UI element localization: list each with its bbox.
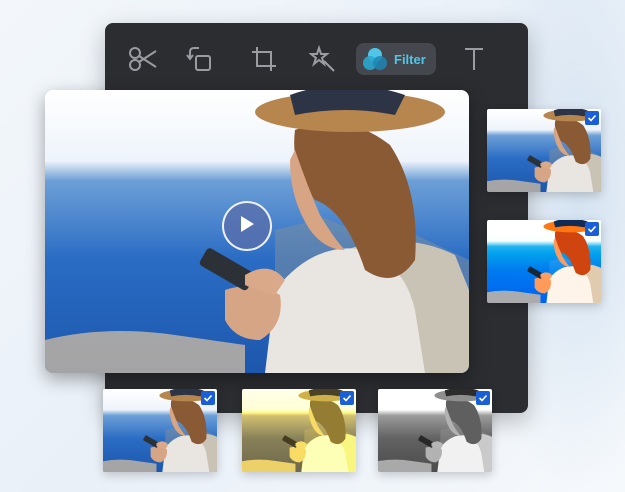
filter-thumbnail-vivid[interactable]	[487, 220, 601, 303]
filter-tool[interactable]: Filter	[356, 43, 436, 75]
crop-icon	[250, 45, 278, 73]
filter-tool-label: Filter	[394, 51, 426, 67]
thumbnail-image	[487, 220, 601, 303]
checkmark-icon[interactable]	[476, 391, 490, 405]
scissors-icon	[128, 45, 158, 73]
filter-thumbnail-grayscale[interactable]	[378, 389, 492, 472]
toolbar: Filter	[105, 23, 528, 93]
checkmark-icon[interactable]	[340, 391, 354, 405]
magic-wand-tool[interactable]	[307, 43, 339, 75]
thumbnail-image	[487, 109, 601, 192]
filter-thumbnail-original-2[interactable]	[103, 389, 217, 472]
magic-wand-icon	[309, 45, 337, 73]
rotate-icon	[185, 45, 213, 73]
thumbnail-image	[378, 389, 492, 472]
checkmark-icon[interactable]	[585, 111, 599, 125]
text-tool[interactable]	[459, 43, 489, 75]
play-icon	[238, 214, 256, 239]
rotate-tool[interactable]	[183, 43, 215, 75]
crop-tool[interactable]	[248, 43, 280, 75]
filter-icon	[362, 46, 388, 72]
scissors-tool[interactable]	[127, 43, 159, 75]
checkmark-icon[interactable]	[585, 222, 599, 236]
filter-thumbnail-warm[interactable]	[242, 389, 356, 472]
filter-thumbnail-original[interactable]	[487, 109, 601, 192]
text-icon	[462, 45, 486, 73]
thumbnail-image	[242, 389, 356, 472]
checkmark-icon[interactable]	[201, 391, 215, 405]
thumbnail-image	[103, 389, 217, 472]
play-button[interactable]	[222, 201, 272, 251]
